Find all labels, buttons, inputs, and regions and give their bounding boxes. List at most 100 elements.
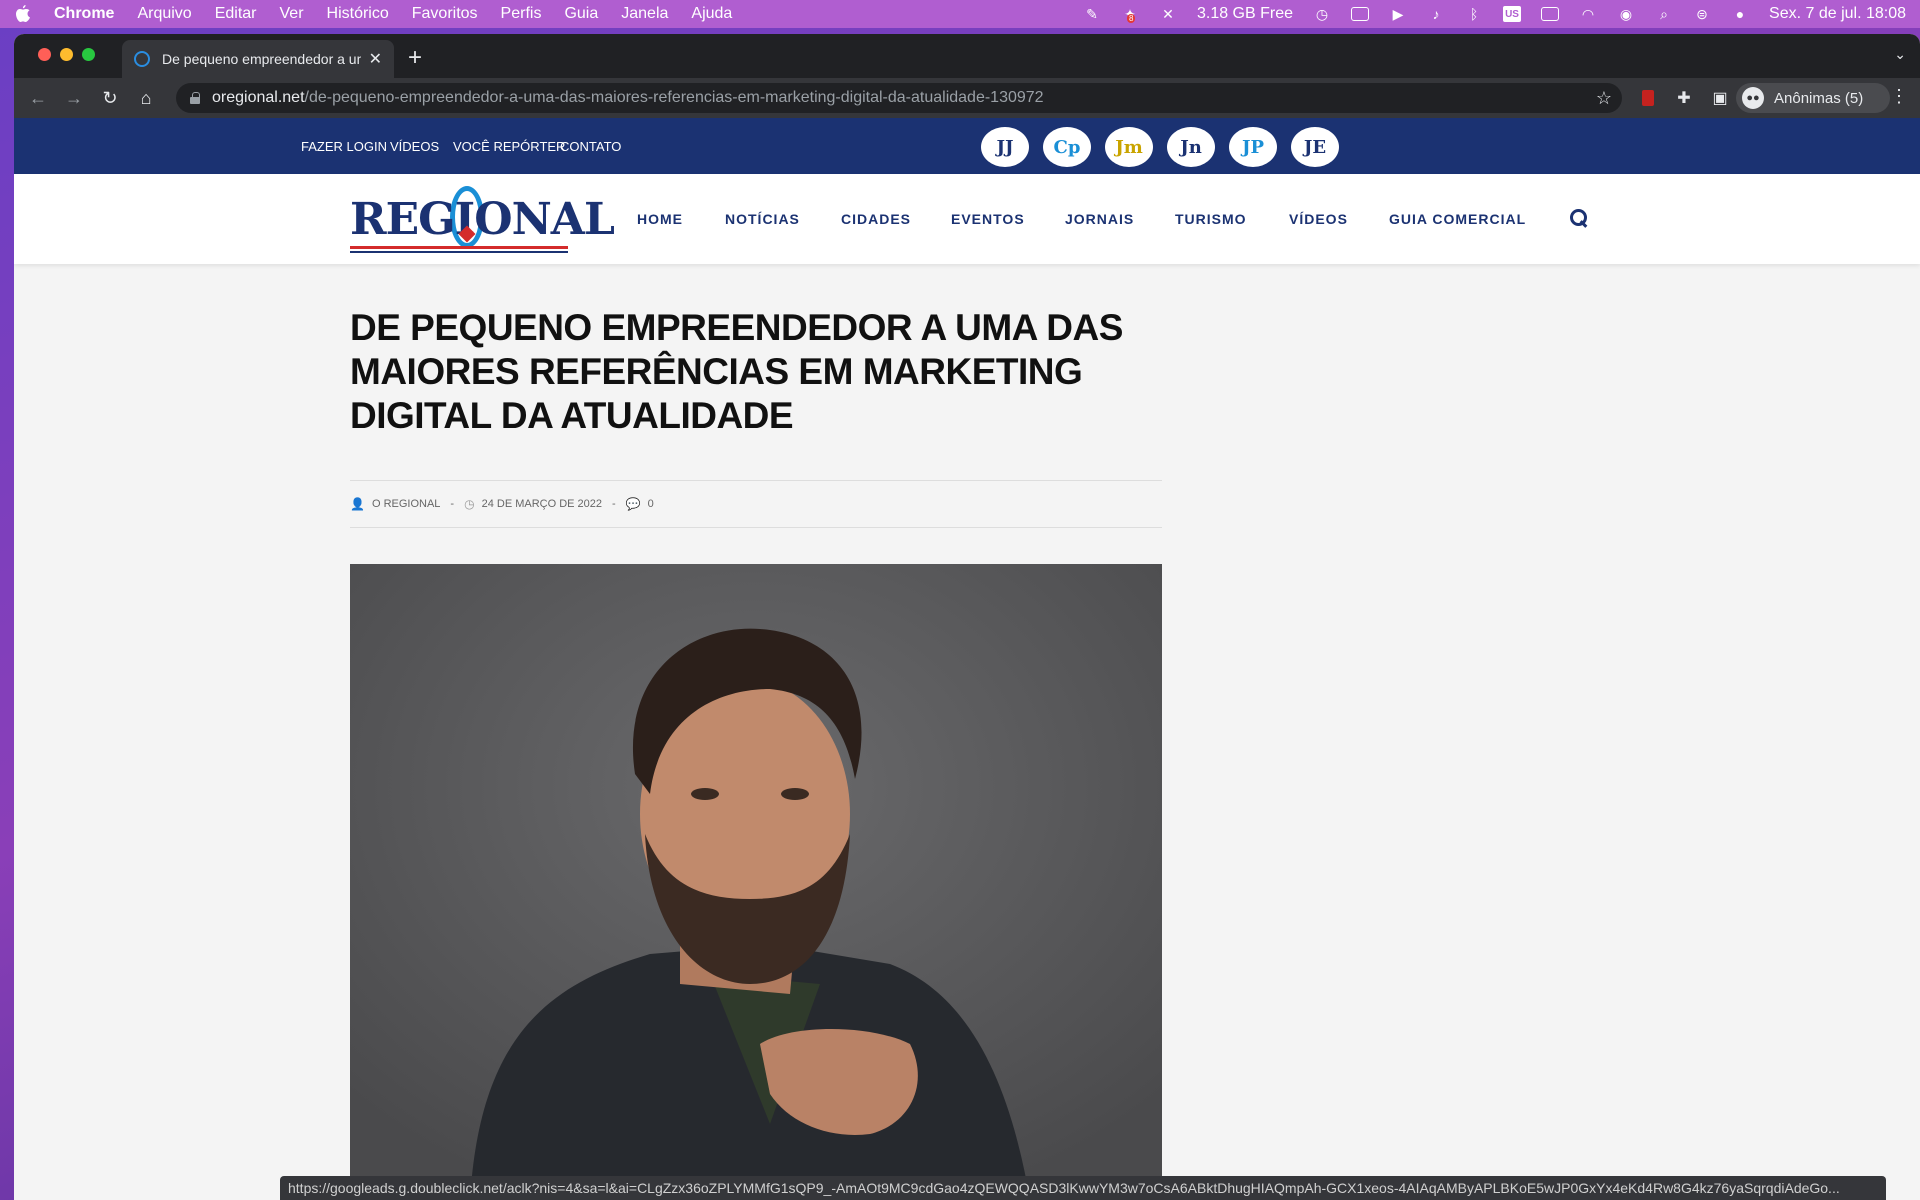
menubar-ver[interactable]: Ver (280, 5, 304, 23)
site-main-nav: REGIONAL HOME NOTÍCIAS CIDADES EVENTOS J… (14, 174, 1920, 264)
article-meta: 👤 O REGIONAL - ◷ 24 DE MARÇO DE 2022 - 💬… (350, 480, 1162, 528)
site-logo[interactable]: REGIONAL (350, 186, 615, 256)
url-host: oregional.net (212, 89, 305, 106)
author-icon: 👤 (350, 497, 365, 511)
article-photo (350, 564, 1162, 1200)
extensions-puzzle-icon[interactable]: ✚ (1674, 88, 1694, 108)
wifi-icon[interactable]: ◠ (1579, 6, 1597, 22)
close-tab-icon[interactable]: ✕ (369, 49, 382, 69)
menubar-status-area: ✎ ✦8 ✕ 3.18 GB Free ◷ ▶ ♪ ᛒ US ◠ ◉ ⌕ ⊜ ●… (1083, 0, 1906, 28)
kolibri-icon[interactable]: ✕ (1159, 6, 1177, 22)
tab-title: De pequeno empreendedor a uma (162, 51, 361, 67)
reload-button[interactable]: ↻ (98, 86, 122, 110)
menubar-favoritos[interactable]: Favoritos (412, 5, 478, 23)
comment-count[interactable]: 0 (648, 498, 654, 510)
menubar-historico[interactable]: Histórico (327, 5, 389, 23)
nav-jornais[interactable]: JORNAIS (1065, 211, 1134, 227)
article-date: 24 DE MARÇO DE 2022 (481, 498, 603, 510)
browser-window: De pequeno empreendedor a uma ✕ + ⌄ ← → … (14, 34, 1920, 1200)
logo-underline-red (350, 246, 568, 249)
user-icon[interactable]: ◉ (1617, 6, 1635, 22)
partner-logo-cp[interactable]: Cp (1043, 127, 1091, 167)
top-link-reporter[interactable]: VOCÊ REPÓRTER (453, 139, 565, 154)
menubar-app-name[interactable]: Chrome (54, 5, 114, 23)
volume-icon[interactable]: ♪ (1427, 6, 1445, 22)
dropbox-badge: 8 (1126, 14, 1136, 23)
evernote-icon[interactable]: ✎ (1083, 6, 1101, 22)
browser-toolbar: ← → ↻ ⌂ oregional.net /de-pequeno-empree… (14, 78, 1920, 118)
macos-menubar: Chrome Arquivo Editar Ver Histórico Favo… (0, 0, 1920, 28)
nav-guia-comercial[interactable]: GUIA COMERCIAL (1389, 211, 1526, 227)
article-title-line-2: MAIORES REFERÊNCIAS EM MARKETING (350, 351, 1083, 392)
menubar-arquivo[interactable]: Arquivo (137, 5, 191, 23)
dropbox-icon[interactable]: ✦8 (1121, 6, 1139, 23)
partner-logo-jn[interactable]: Jn (1167, 127, 1215, 167)
battery-icon[interactable] (1541, 6, 1560, 22)
spotlight-search-icon[interactable]: ⌕ (1655, 6, 1673, 22)
tab-strip: De pequeno empreendedor a uma ✕ + ⌄ (14, 34, 1920, 78)
menubar-editar[interactable]: Editar (215, 5, 257, 23)
memory-status[interactable]: 3.18 GB Free (1197, 5, 1293, 23)
nav-home[interactable]: HOME (637, 211, 683, 227)
bluetooth-icon[interactable]: ᛒ (1465, 6, 1483, 22)
site-favicon-icon (134, 51, 150, 67)
back-button[interactable]: ← (26, 86, 50, 110)
minimize-window-button[interactable] (60, 48, 73, 61)
comment-icon: 💬 (625, 497, 641, 511)
side-panel-icon[interactable]: ▣ (1710, 88, 1730, 108)
menubar-perfis[interactable]: Perfis (501, 5, 542, 23)
link-status-bar: https://googleads.g.doubleclick.net/aclk… (280, 1176, 1886, 1200)
tab-search-chevron-icon[interactable]: ⌄ (1894, 46, 1906, 63)
tab-active[interactable]: De pequeno empreendedor a uma ✕ (122, 40, 394, 78)
window-icon[interactable] (1351, 6, 1370, 22)
top-link-videos[interactable]: VÍDEOS (390, 139, 439, 154)
new-tab-button[interactable]: + (408, 44, 422, 72)
top-link-contato[interactable]: CONTATO (560, 139, 621, 154)
article-author[interactable]: O REGIONAL (372, 498, 440, 510)
address-bar[interactable]: oregional.net /de-pequeno-empreendedor-a… (176, 83, 1622, 113)
home-button[interactable]: ⌂ (134, 86, 158, 110)
siri-icon[interactable]: ● (1731, 6, 1749, 22)
partner-logo-je[interactable]: JE (1291, 127, 1339, 167)
menubar-janela[interactable]: Janela (621, 5, 668, 23)
meta-separator: - (612, 498, 616, 510)
apple-icon[interactable] (14, 5, 32, 23)
nav-turismo[interactable]: TURISMO (1175, 211, 1247, 227)
nav-eventos[interactable]: EVENTOS (951, 211, 1025, 227)
partner-logo-jm[interactable]: Jm (1105, 127, 1153, 167)
search-icon[interactable] (1569, 208, 1589, 228)
nav-noticias[interactable]: NOTÍCIAS (725, 211, 800, 227)
url-path: /de-pequeno-empreendedor-a-uma-das-maior… (304, 89, 1044, 106)
menubar-guia[interactable]: Guia (564, 5, 598, 23)
article-title-line-3: DIGITAL DA ATUALIDADE (350, 395, 794, 436)
maximize-window-button[interactable] (82, 48, 95, 61)
nav-cidades[interactable]: CIDADES (841, 211, 911, 227)
top-link-login[interactable]: FAZER LOGIN (301, 139, 387, 154)
logo-underline-blue (350, 251, 568, 253)
clock-icon: ◷ (464, 497, 475, 511)
web-page: FAZER LOGIN VÍDEOS VOCÊ REPÓRTER CONTATO… (14, 118, 1920, 1200)
forward-button[interactable]: → (62, 86, 86, 110)
partner-logo-jp[interactable]: JP (1229, 127, 1277, 167)
bookmark-star-icon[interactable]: ☆ (1596, 88, 1612, 109)
lock-icon[interactable] (190, 92, 200, 104)
article-title: DE PEQUENO EMPREENDEDOR A UMA DAS MAIORE… (350, 306, 1170, 438)
close-window-button[interactable] (38, 48, 51, 61)
meta-separator: - (450, 498, 455, 510)
menubar-ajuda[interactable]: Ajuda (691, 5, 732, 23)
incognito-label: Anônimas (5) (1774, 89, 1864, 107)
time-machine-icon[interactable]: ◷ (1313, 6, 1331, 22)
article-title-line-1: DE PEQUENO EMPREENDEDOR A UMA DAS (350, 307, 1123, 348)
logo-text: REGIONAL (350, 194, 615, 245)
browser-menu-icon[interactable]: ⋮ (1890, 86, 1908, 107)
site-top-bar: FAZER LOGIN VÍDEOS VOCÊ REPÓRTER CONTATO… (14, 118, 1920, 174)
nav-videos[interactable]: VÍDEOS (1289, 211, 1348, 227)
play-icon[interactable]: ▶ (1389, 6, 1407, 22)
keyboard-layout-icon[interactable]: US (1503, 6, 1522, 22)
bookmark-extension-icon[interactable] (1638, 88, 1658, 108)
incognito-profile-button[interactable]: ●● Anônimas (5) (1736, 83, 1890, 113)
partner-logo-jj[interactable]: JJ (981, 127, 1029, 167)
control-center-icon[interactable]: ⊜ (1693, 6, 1711, 22)
incognito-icon: ●● (1742, 87, 1764, 109)
menubar-clock[interactable]: Sex. 7 de jul. 18:08 (1769, 5, 1906, 23)
